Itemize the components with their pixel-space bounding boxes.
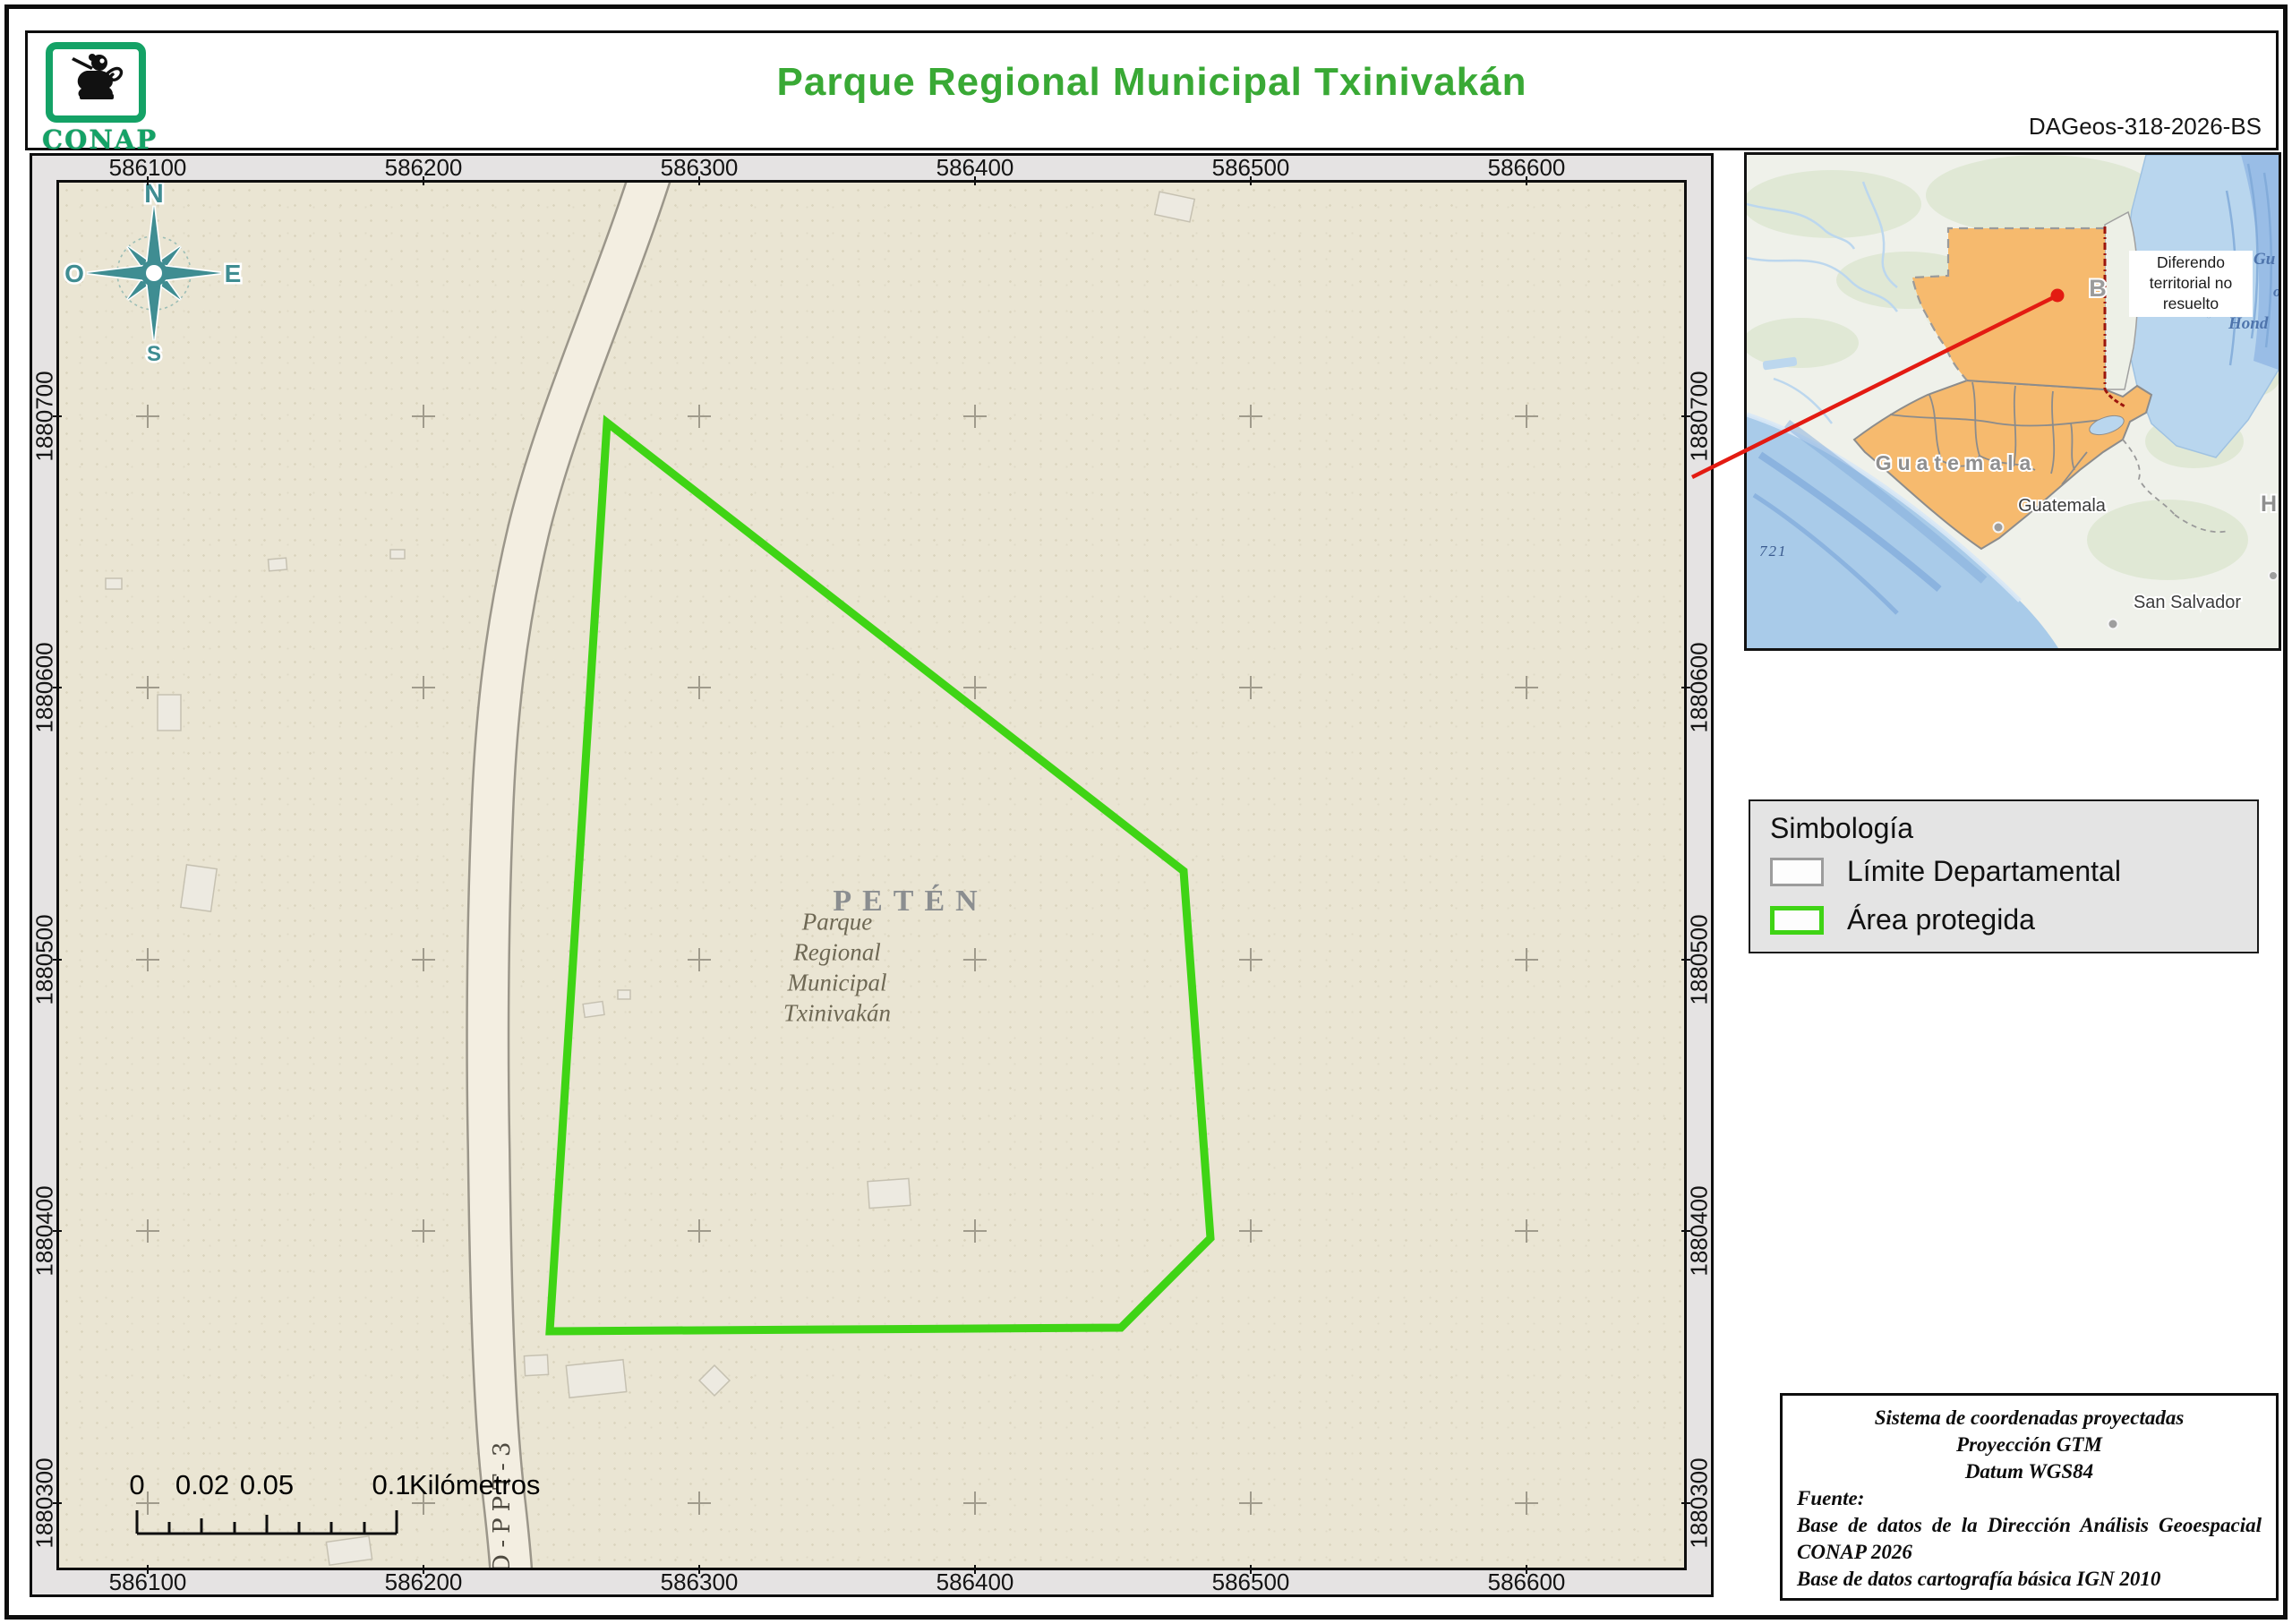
callout-line: resuelto — [2162, 295, 2219, 312]
scalebar-label: 0 — [129, 1469, 145, 1500]
compass-e-label: E — [225, 260, 242, 287]
credits-line: Sistema de coordenadas proyectadas — [1874, 1406, 2185, 1429]
legend: Simbología Límite Departamental Área pro… — [1749, 799, 2259, 953]
credits: Sistema de coordenadas proyectadas Proye… — [1780, 1393, 2279, 1601]
grid-tick — [974, 1565, 976, 1574]
depth-label: 721 — [1759, 543, 1788, 560]
grid-tick — [1250, 176, 1252, 185]
map-inner-frame: D-PPT-3 N E S O PETÉN Parque Regional Mu… — [56, 180, 1687, 1570]
grid-tick — [147, 1565, 149, 1574]
map-frame: D-PPT-3 N E S O PETÉN Parque Regional Mu… — [30, 153, 1714, 1597]
area-label-line: Parque — [801, 908, 873, 936]
credits-line: Proyección GTM — [1956, 1433, 2102, 1456]
capital-city-label: Guatemala — [2018, 496, 2107, 516]
protected-area-swatch — [1770, 905, 1824, 935]
grid-x-label: 586500 — [1211, 1568, 1290, 1595]
grid-tick — [1681, 959, 1690, 961]
road-fill — [467, 183, 669, 1568]
compass-rose: N E S O — [63, 183, 244, 369]
road-label: D-PPT-3 — [489, 1436, 516, 1568]
page-title: Parque Regional Municipal Txinivakán — [776, 60, 1527, 104]
belize-label-fragment: B — [2089, 275, 2107, 302]
legend-item-label: Límite Departamental — [1847, 855, 2121, 887]
legend-item-label: Área protegida — [1847, 903, 2035, 936]
honduras-label-fragment: Ho — [2261, 491, 2279, 517]
grid-tick — [147, 176, 149, 185]
sea-label-fragment: o — [2273, 283, 2279, 300]
credits-source-line: CONAP 2026 — [1797, 1541, 1912, 1563]
grid-tick — [53, 415, 62, 417]
grid-tick — [698, 1565, 700, 1574]
grid-tick — [974, 176, 976, 185]
grid-x-label: 586100 — [108, 1568, 187, 1595]
sea-label-fragment: Gu — [2254, 250, 2275, 269]
country-label: Guatemala — [1876, 451, 2038, 474]
area-label-line: Regional — [793, 938, 881, 966]
callout-line: Diferendo — [2157, 253, 2225, 271]
inset-locator-map: Guatemala B Ho Guatemala San Salvador Gu… — [1744, 152, 2281, 651]
san-salvador-label: San Salvador — [2134, 593, 2241, 612]
scalebar-label: 0.02 — [175, 1469, 230, 1500]
area-label-line: Txinivakán — [783, 999, 891, 1027]
grid-tick — [1681, 687, 1690, 688]
credits-source-label: Fuente: — [1797, 1487, 1865, 1509]
grid-x-label: 586600 — [1487, 1568, 1566, 1595]
legend-title: Simbología — [1770, 812, 1914, 844]
credits-source-line: Base de datos de la Dirección Análisis G… — [1797, 1514, 2262, 1536]
grid-tick — [1526, 176, 1527, 185]
compass-o-label: O — [64, 260, 84, 287]
grid-x-label: 586200 — [384, 1568, 463, 1595]
building-footprints — [105, 191, 1196, 1567]
grid-tick — [423, 1565, 424, 1574]
grid-x-label: 586400 — [936, 1568, 1014, 1595]
scalebar — [135, 1510, 398, 1535]
area-label-line: Municipal — [787, 969, 887, 996]
grid-tick — [1681, 415, 1690, 417]
map-canvas-graphics: D-PPT-3 N E S O — [63, 183, 1538, 1568]
grid-tick — [698, 176, 700, 185]
compass-n-label: N — [144, 183, 164, 209]
header: CONAP Parque Regional Municipal Txinivak… — [25, 30, 2279, 155]
sea-label-fragment: Hond — [2228, 314, 2269, 333]
grid-tick — [1526, 1565, 1527, 1574]
conap-logo-text: CONAP — [42, 124, 158, 155]
grid-tick — [1250, 1565, 1252, 1574]
inset-map-graphics: Guatemala B Ho Guatemala San Salvador Gu… — [1747, 155, 2279, 648]
callout-line: territorial no — [2149, 274, 2233, 292]
grid-tick — [53, 1230, 62, 1232]
grid-x-label: 586300 — [660, 1568, 739, 1595]
grid-tick — [53, 1502, 62, 1504]
territorial-dispute-callout: Diferendo territorial no resuelto — [2129, 251, 2253, 317]
compass-s-label: S — [147, 342, 161, 366]
scalebar-label: 0.05 — [239, 1469, 295, 1500]
credits-line: Datum WGS84 — [1964, 1460, 2094, 1483]
legend-item-departmental-limit: Límite Departamental — [1770, 855, 2121, 888]
departmental-limit-swatch — [1770, 857, 1824, 886]
credits-source-line: Base de datos cartografía básica IGN 201… — [1797, 1568, 2161, 1590]
grid-tick — [1681, 1502, 1690, 1504]
grid-tick — [423, 176, 424, 185]
grid-tick — [1681, 1230, 1690, 1232]
map-canvas: D-PPT-3 N E S O PETÉN Parque Regional Mu… — [59, 183, 1684, 1568]
grid-tick — [53, 959, 62, 961]
legend-item-protected-area: Área protegida — [1770, 903, 2035, 936]
scalebar-unit: Kilómetros — [409, 1469, 541, 1500]
grid-tick — [53, 687, 62, 688]
scalebar-label: 0.1 — [372, 1469, 411, 1500]
document-id: DAGeos-318-2026-BS — [2028, 113, 2262, 140]
